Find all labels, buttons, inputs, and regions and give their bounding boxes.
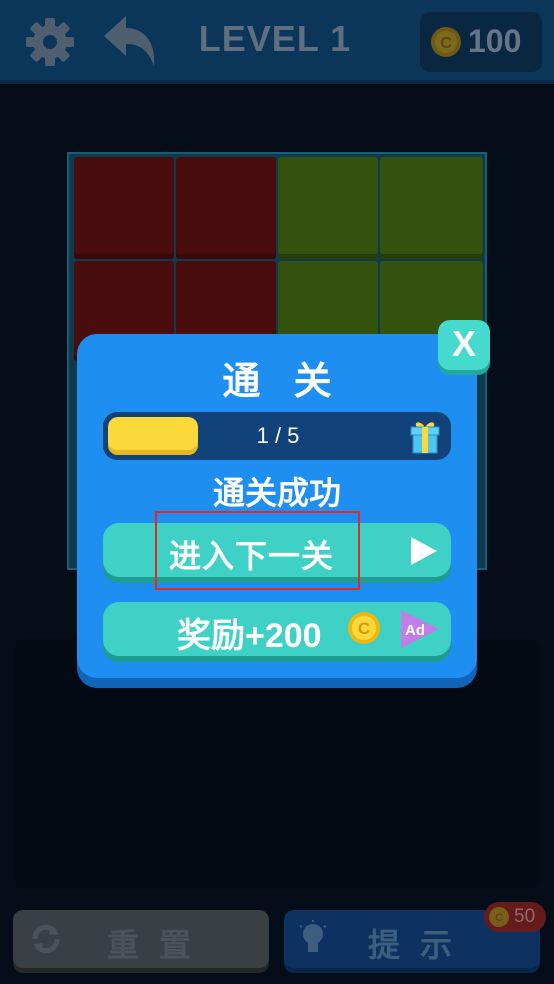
ad-reward-button[interactable]: 奖励+200 C Ad	[103, 602, 451, 656]
hint-cost-badge: C 50	[484, 902, 546, 932]
progress-text: 1 / 5	[256, 423, 300, 448]
svg-text:Ad: Ad	[405, 622, 425, 639]
reward-label: 奖励+200	[177, 617, 322, 655]
progress-fill	[108, 417, 198, 455]
reset-label: 重置	[107, 926, 212, 964]
ad-play-icon: Ad	[401, 610, 439, 648]
coin-icon: C	[348, 612, 380, 644]
top-bar: LEVEL 1 C 100	[0, 0, 554, 84]
hint-cost: 50	[514, 906, 536, 927]
coin-icon: C	[431, 27, 461, 57]
level-complete-dialog: 通 关 1 / 5 通关成功 进入下一关 奖励+200 C Ad	[77, 334, 477, 678]
coin-counter: C 100	[420, 12, 542, 72]
level-title: LEVEL 1	[198, 18, 352, 59]
coin-count: 100	[468, 23, 522, 59]
close-label: X	[451, 323, 476, 364]
block-tile[interactable]	[380, 157, 483, 259]
block-tile[interactable]	[74, 157, 174, 259]
dialog-title: 通 关	[222, 359, 342, 403]
refresh-icon	[32, 924, 60, 954]
hint-label: 提示	[368, 926, 473, 964]
close-button[interactable]: X	[438, 320, 490, 370]
lightbulb-icon	[299, 920, 327, 952]
block-tile[interactable]	[176, 157, 276, 259]
reset-button[interactable]: 重置	[13, 910, 269, 968]
gift-icon[interactable]	[409, 419, 441, 455]
next-level-button[interactable]: 进入下一关	[103, 523, 451, 577]
block-tile[interactable]	[278, 157, 378, 259]
svg-text:C: C	[358, 619, 370, 638]
svg-text:C: C	[495, 912, 503, 924]
reward-progress-bar: 1 / 5	[103, 412, 451, 460]
coin-icon: C	[489, 907, 509, 927]
play-icon	[411, 537, 437, 565]
next-level-label: 进入下一关	[169, 537, 335, 575]
success-message: 通关成功	[212, 474, 341, 512]
svg-text:C: C	[440, 35, 452, 52]
undo-arrow-icon[interactable]	[100, 14, 158, 70]
gear-icon[interactable]	[24, 16, 76, 68]
